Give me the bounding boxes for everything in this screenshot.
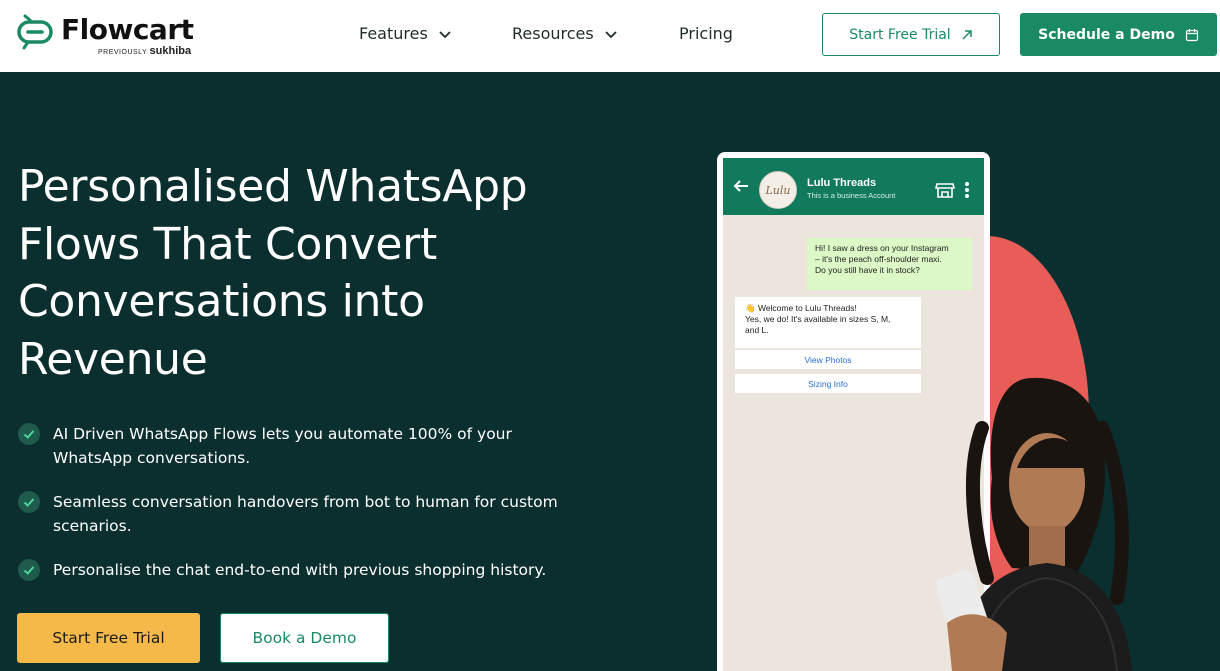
feature-bullet-1: AI Driven WhatsApp Flows lets you automa… (18, 422, 578, 470)
feature-bullet-3: Personalise the chat end-to-end with pre… (18, 558, 578, 582)
woman-with-phone-image (937, 377, 1132, 671)
headline-line-2: Flows That Convert (18, 218, 437, 270)
check-circle-icon (18, 559, 40, 581)
headline-line-4: Revenue (18, 333, 208, 385)
feature-bullet-3-text: Personalise the chat end-to-end with pre… (53, 558, 546, 582)
avatar-text: Lulu (765, 183, 791, 197)
bullet-2-line-2: scenarios. (53, 517, 132, 535)
back-arrow-icon[interactable] (733, 178, 749, 194)
contact-name: Lulu Threads (807, 177, 877, 189)
quick-reply-view-photos[interactable]: View Photos (735, 350, 921, 369)
outgoing-line-3: Do you still have it in stock? (815, 265, 920, 275)
nav-start-trial-button[interactable]: Start Free Trial (822, 13, 1000, 56)
feature-bullet-2: Seamless conversation handovers from bot… (18, 490, 578, 538)
nav-resources-label: Resources (512, 24, 594, 43)
bullet-1-line-2: WhatsApp conversations. (53, 449, 251, 467)
outgoing-message: Hi! I saw a dress on your Instagram – it… (807, 238, 972, 290)
nav-start-trial-label: Start Free Trial (849, 26, 951, 43)
more-options-icon[interactable] (964, 181, 970, 199)
chevron-down-icon (605, 30, 617, 38)
quick-reply-sizing-info[interactable]: Sizing Info (735, 374, 921, 393)
feature-bullet-1-text: AI Driven WhatsApp Flows lets you automa… (53, 422, 512, 470)
check-circle-icon (18, 491, 40, 513)
outgoing-line-2: – it's the peach off-shoulder maxi. (815, 254, 942, 264)
feature-bullet-2-text: Seamless conversation handovers from bot… (53, 490, 558, 538)
hero-start-trial-button[interactable]: Start Free Trial (17, 613, 200, 663)
incoming-line-3: and L. (745, 325, 769, 335)
previously-label: PREVIOUSLY (98, 49, 148, 56)
headline-line-1: Personalised WhatsApp (18, 161, 528, 212)
contact-avatar: Lulu (759, 171, 797, 209)
logo-wordmark: Flowcart (61, 13, 194, 46)
hero-book-demo-button[interactable]: Book a Demo (220, 613, 389, 663)
store-icon[interactable] (935, 182, 955, 198)
contact-subtitle: This is a business Account (807, 191, 896, 200)
nav-schedule-demo-label: Schedule a Demo (1038, 26, 1175, 43)
bullet-3-line-1: Personalise the chat end-to-end with pre… (53, 561, 547, 579)
bullet-1-line-1: AI Driven WhatsApp Flows lets you automa… (53, 425, 512, 443)
hero-headline: Personalised WhatsApp Flows That Convert… (18, 158, 638, 388)
chat-header: Lulu Lulu Threads This is a business Acc… (723, 158, 984, 215)
nav-resources[interactable]: Resources (512, 24, 618, 43)
nav-schedule-demo-button[interactable]: Schedule a Demo (1020, 13, 1217, 56)
arrow-up-right-icon (962, 29, 972, 40)
nav-pricing[interactable]: Pricing (679, 24, 733, 43)
headline-line-3: Conversations into (18, 276, 425, 327)
check-circle-icon (18, 423, 40, 445)
top-nav: Flowcart PREVIOUSLY sukhiba Features Res… (0, 0, 1220, 72)
incoming-message: 👋 Welcome to Lulu Threads! Yes, we do! I… (735, 297, 921, 348)
previously-name: sukhiba (149, 45, 192, 57)
logo-previously: PREVIOUSLY sukhiba (98, 45, 191, 57)
nav-pricing-label: Pricing (679, 24, 733, 43)
nav-features-label: Features (359, 24, 428, 43)
incoming-line-1: 👋 Welcome to Lulu Threads! (745, 303, 857, 313)
outgoing-line-1: Hi! I saw a dress on your Instagram (815, 243, 949, 253)
flowcart-logo[interactable]: Flowcart PREVIOUSLY sukhiba (16, 12, 206, 60)
flowcart-logo-icon (17, 14, 53, 50)
calendar-icon (1185, 28, 1198, 41)
bullet-2-line-1: Seamless conversation handovers from bot… (53, 493, 558, 511)
incoming-line-2: Yes, we do! It's available in sizes S, M… (745, 314, 891, 324)
nav-features[interactable]: Features (359, 24, 452, 43)
chevron-down-icon (439, 30, 451, 38)
